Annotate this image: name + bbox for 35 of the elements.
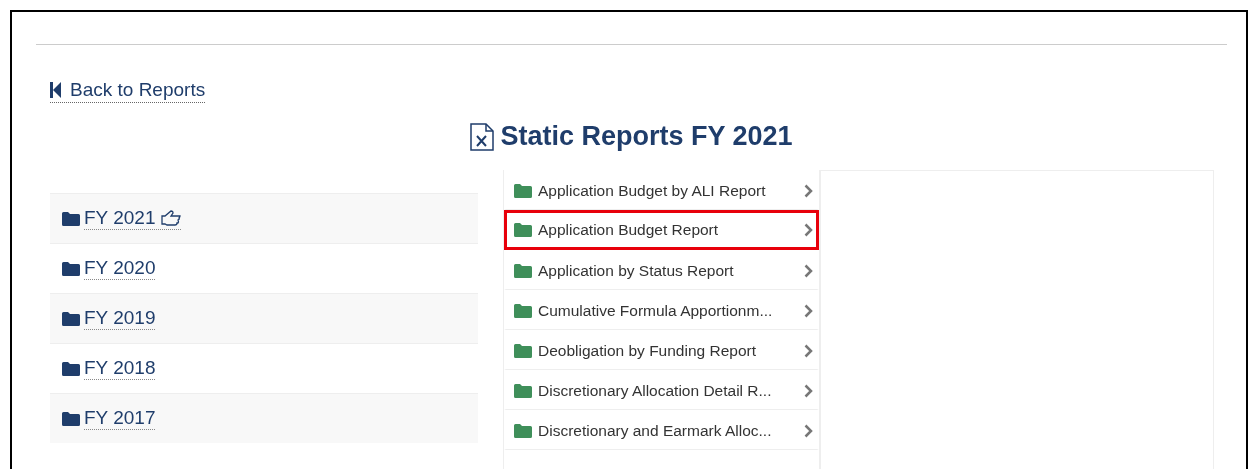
year-link[interactable]: FY 2018	[84, 357, 156, 380]
folder-icon	[514, 343, 532, 358]
spreadsheet-file-icon	[470, 122, 495, 151]
folder-icon	[62, 411, 80, 426]
report-item[interactable]: Application by Status Report	[504, 250, 819, 290]
chevron-right-icon	[804, 303, 813, 318]
year-link[interactable]: FY 2020	[84, 257, 156, 280]
folder-icon	[514, 423, 532, 438]
chevron-right-icon	[804, 423, 813, 438]
folder-icon	[514, 223, 532, 237]
folder-icon	[62, 261, 80, 276]
page-title: Static Reports FY 2021	[500, 121, 793, 152]
report-item[interactable]: Deobligation by Funding Report	[504, 330, 819, 370]
back-to-reports-link[interactable]: Back to Reports	[50, 79, 206, 103]
year-link[interactable]: FY 2017	[84, 407, 156, 430]
pointing-hand-icon	[161, 210, 182, 226]
folder-icon	[62, 361, 80, 376]
chevron-right-icon	[804, 383, 813, 398]
chevron-right-icon	[804, 343, 813, 358]
folder-icon	[62, 311, 80, 326]
chevron-right-icon	[804, 263, 813, 278]
report-item[interactable]: Discretionary Allocation Detail R...	[504, 370, 819, 410]
chevron-right-icon	[804, 223, 813, 237]
folder-icon	[514, 383, 532, 398]
chevron-right-icon	[804, 183, 813, 198]
report-item[interactable]: Application Budget Report	[504, 210, 819, 250]
folder-icon	[514, 303, 532, 318]
folder-icon	[514, 183, 532, 198]
folder-icon	[62, 211, 80, 226]
folder-icon	[514, 263, 532, 278]
year-link[interactable]: FY 2021	[84, 207, 182, 230]
report-item[interactable]: Cumulative Formula Apportionm...	[504, 290, 819, 330]
skip-back-icon	[50, 82, 62, 98]
report-item[interactable]: Discretionary and Earmark Alloc...	[504, 410, 819, 450]
year-link[interactable]: FY 2019	[84, 307, 156, 330]
